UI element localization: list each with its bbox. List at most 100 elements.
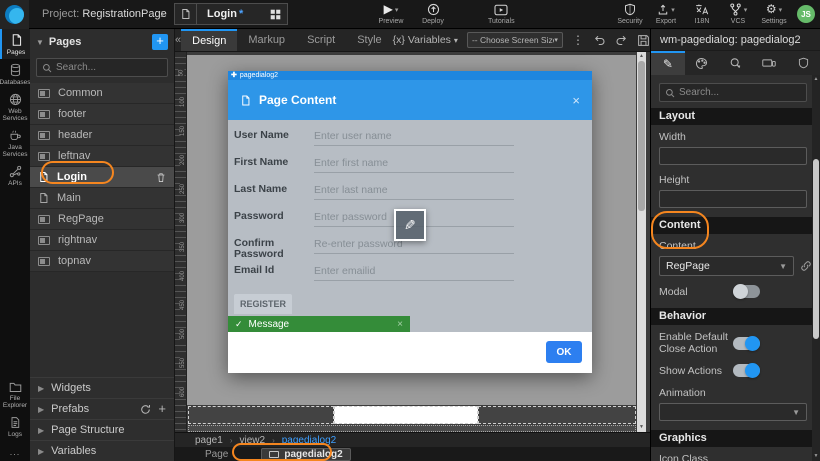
tab-devices[interactable]	[752, 51, 786, 75]
user-avatar[interactable]: JS	[797, 5, 815, 23]
deploy-button[interactable]: Deploy	[420, 2, 446, 25]
run-actions-group: ▶▾ Preview Deploy	[378, 2, 446, 25]
tutorials-button[interactable]: Tutorials	[488, 2, 515, 25]
modal-toggle[interactable]	[733, 285, 760, 298]
scroll-up-icon[interactable]: ▲	[637, 52, 646, 61]
section-widgets[interactable]: ▶Widgets	[30, 377, 174, 398]
field-label: Last Name	[234, 181, 306, 195]
sidebar-item-logs[interactable]: Logs	[0, 412, 30, 441]
emailid-field[interactable]	[314, 262, 514, 281]
lastname-field[interactable]	[314, 181, 514, 200]
page-item-main[interactable]: Main	[30, 188, 174, 209]
sidebar-item-pages[interactable]: Pages	[0, 29, 30, 59]
page-item-footer[interactable]: footer	[30, 104, 174, 125]
scroll-up-icon[interactable]: ▲	[812, 75, 820, 84]
close-action-toggle[interactable]	[733, 337, 760, 350]
tab-styles[interactable]	[685, 51, 719, 75]
sidebar-item-file-explorer[interactable]: File Explorer	[0, 377, 30, 412]
widget-chip-pagedialog2[interactable]: pagedialog2	[261, 448, 350, 461]
content-select[interactable]: RegPage ▼	[659, 256, 794, 276]
tab-style[interactable]: Style	[346, 29, 392, 51]
close-icon[interactable]: ×	[397, 319, 403, 330]
undo-icon[interactable]	[593, 34, 606, 46]
properties-scrollbar[interactable]: ▲ ▼	[812, 75, 820, 461]
register-button[interactable]: REGISTER	[234, 294, 292, 314]
layout-cell[interactable]	[334, 406, 478, 424]
scroll-down-icon[interactable]: ▼	[637, 423, 646, 432]
security-button[interactable]: Security	[617, 2, 643, 25]
page-item-regpage[interactable]: RegPage	[30, 209, 174, 230]
pages-list: Common footer header leftnav Login Main …	[30, 83, 174, 272]
tab-security[interactable]	[786, 51, 820, 75]
width-input[interactable]	[659, 147, 807, 165]
triangle-down-icon[interactable]: ▼	[36, 38, 44, 47]
folder-icon	[9, 381, 22, 393]
grid-icon[interactable]	[263, 4, 287, 24]
close-icon[interactable]: ×	[572, 93, 580, 108]
bind-link-icon[interactable]	[800, 260, 812, 272]
sidebar-item-web-services[interactable]: Web Services	[0, 89, 30, 125]
canvas-horizontal-scrollbar[interactable]	[188, 425, 636, 432]
section-prefabs[interactable]: ▶Prefabs +	[30, 398, 174, 419]
scroll-thumb[interactable]	[638, 61, 645, 211]
page-item-login[interactable]: Login	[30, 167, 174, 188]
add-page-button[interactable]: +	[152, 34, 168, 50]
sidebar-item-java-services[interactable]: Java Services	[0, 125, 30, 161]
tab-inspector[interactable]	[719, 51, 753, 75]
trash-icon[interactable]	[156, 172, 166, 183]
project-name: RegistrationPage	[82, 8, 166, 20]
page-item-rightnav[interactable]: rightnav	[30, 230, 174, 251]
sidebar-item-databases[interactable]: Databases	[0, 59, 30, 89]
animation-select[interactable]: ▼	[659, 403, 807, 421]
modal-label: Modal	[659, 286, 733, 298]
page-item-header[interactable]: header	[30, 125, 174, 146]
pages-search-input[interactable]	[56, 62, 162, 73]
username-field[interactable]	[314, 127, 514, 146]
scroll-down-icon[interactable]: ▼	[812, 452, 820, 461]
dialog-header[interactable]: Page Content ×	[228, 80, 592, 120]
edit-widget-button[interactable]: ✎	[394, 209, 426, 241]
export-button[interactable]: ▾ Export	[653, 2, 679, 25]
layout-cell[interactable]	[188, 406, 334, 424]
firstname-field[interactable]	[314, 154, 514, 173]
preview-button[interactable]: ▶▾ Preview	[378, 2, 404, 25]
ok-button[interactable]: OK	[546, 341, 582, 363]
settings-button[interactable]: ⚙▾ Settings	[761, 2, 787, 25]
add-prefab-button[interactable]: +	[158, 403, 166, 415]
canvas-vertical-scrollbar[interactable]: ▲ ▼	[637, 52, 646, 432]
page-item-common[interactable]: Common	[30, 83, 174, 104]
kebab-menu-icon[interactable]: ⋮	[572, 33, 584, 47]
show-actions-label: Show Actions	[659, 365, 733, 377]
breadcrumb-view2[interactable]: view2	[239, 435, 265, 446]
page-tab-login[interactable]: Login*	[174, 3, 288, 25]
page-item-leftnav[interactable]: leftnav	[30, 146, 174, 167]
save-icon[interactable]	[637, 34, 650, 47]
section-variables[interactable]: ▶Variables	[30, 440, 174, 461]
variables-button[interactable]: {x}Variables▾	[393, 34, 458, 46]
vcs-button[interactable]: ▾ VCS	[725, 2, 751, 25]
i18n-button[interactable]: I18N	[689, 2, 715, 25]
widget-selection-tag[interactable]: ✚ pagedialog2	[228, 71, 592, 80]
page-item-topnav[interactable]: topnav	[30, 251, 174, 272]
redo-icon[interactable]	[615, 34, 628, 46]
tab-script[interactable]: Script	[296, 29, 346, 51]
height-input[interactable]	[659, 190, 807, 208]
wavemaker-logo-icon[interactable]	[0, 0, 29, 29]
show-actions-toggle[interactable]	[733, 364, 760, 377]
screen-size-select[interactable]: -- Choose Screen Size --▾	[467, 32, 563, 48]
sidebar-item-apis[interactable]: APIs	[0, 161, 30, 190]
section-layout: Layout	[651, 108, 820, 125]
tab-markup[interactable]: Markup	[237, 29, 296, 51]
refresh-icon[interactable]	[140, 404, 151, 415]
tab-design[interactable]: Design	[181, 29, 237, 51]
breadcrumb-page1[interactable]: page1	[195, 435, 223, 446]
breadcrumb-pagedialog2[interactable]: pagedialog2	[282, 435, 337, 446]
section-page-structure[interactable]: ▶Page Structure	[30, 419, 174, 440]
design-canvas[interactable]: 50100150200250300350400450500550600 ▲ ▼ …	[175, 52, 650, 432]
more-icon[interactable]: ...	[0, 447, 30, 457]
scroll-thumb[interactable]	[813, 159, 819, 339]
layout-cell[interactable]	[478, 406, 636, 424]
properties-search-input[interactable]	[679, 87, 801, 98]
tab-properties[interactable]: ✎	[651, 51, 685, 75]
field-label: User Name	[234, 127, 306, 141]
